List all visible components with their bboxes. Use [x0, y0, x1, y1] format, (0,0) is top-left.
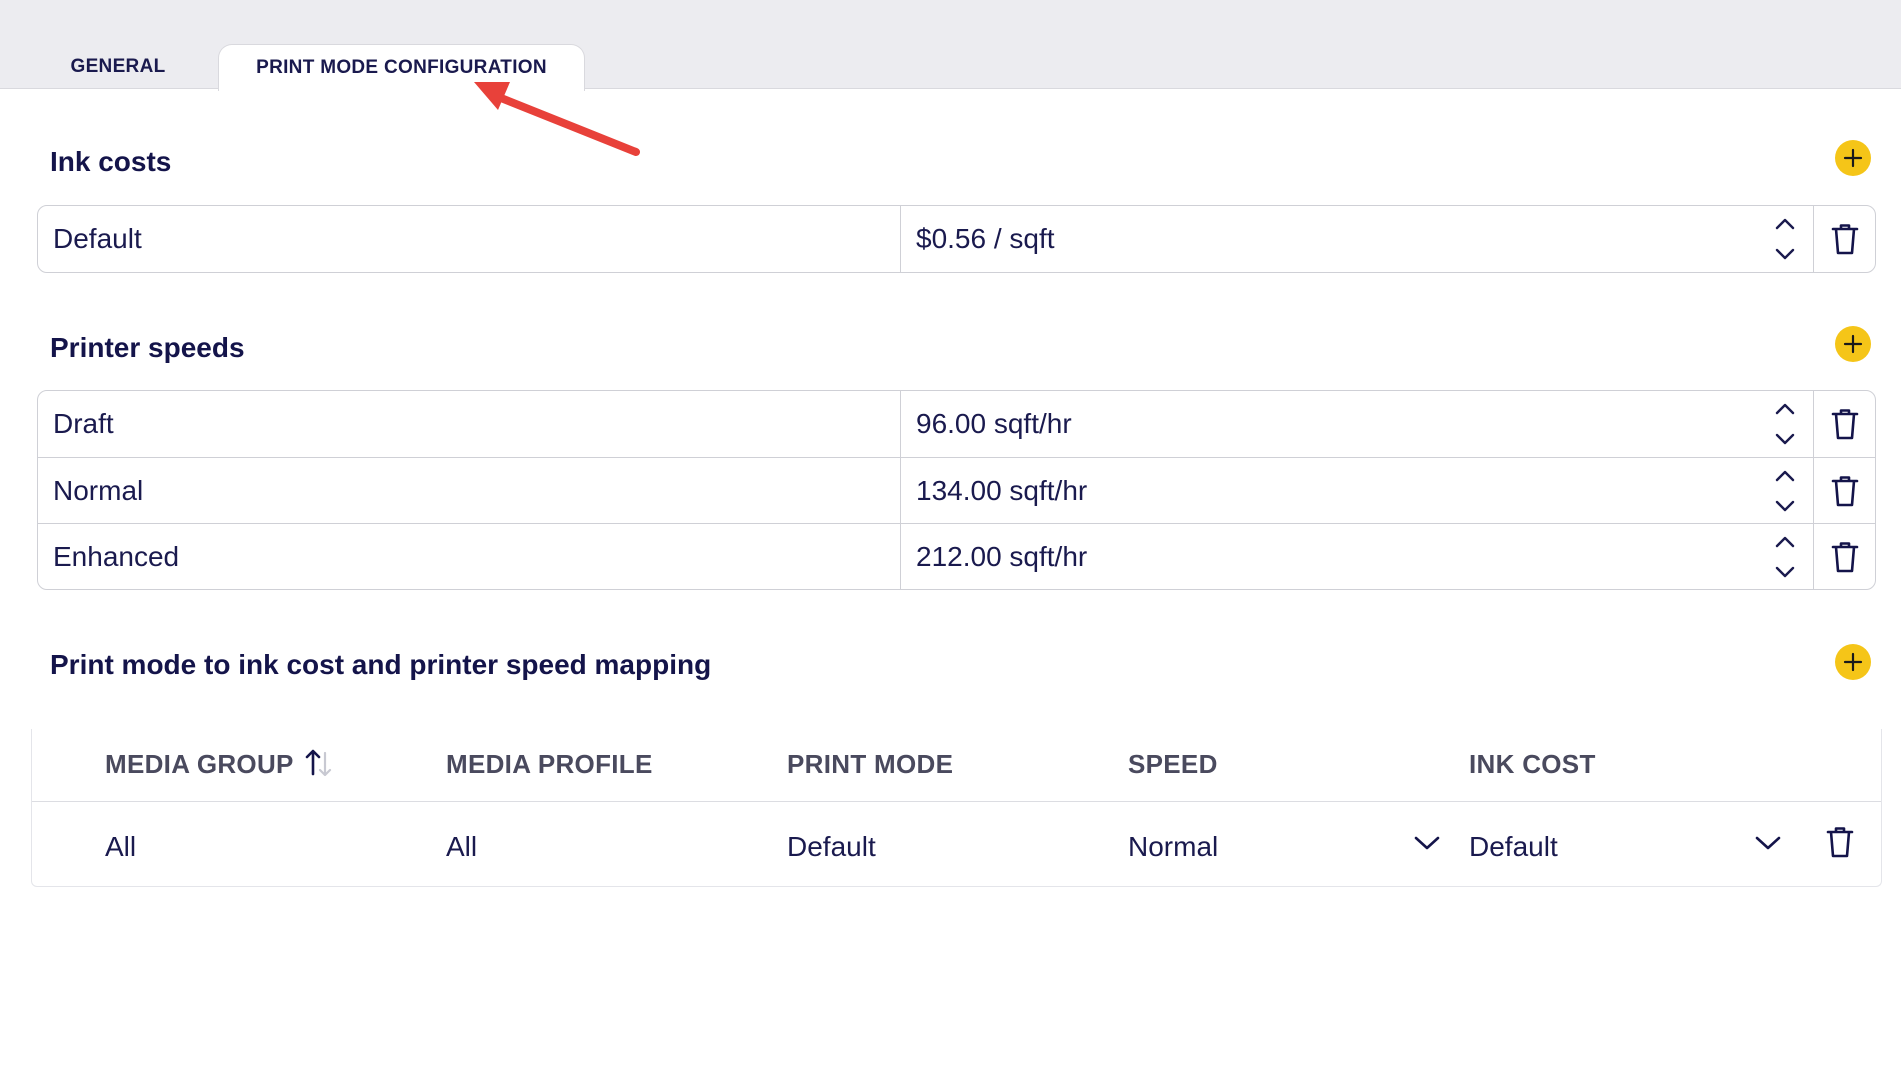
stepper-down-icon[interactable]	[1773, 499, 1797, 515]
mapping-table: MEDIA GROUP MEDIA PROFILE PRINT MODE SPE…	[31, 729, 1882, 887]
plus-icon	[1843, 334, 1863, 354]
printer-speed-row: Enhanced 212.00 sqft/hr	[38, 523, 1875, 589]
printer-speeds-title: Printer speeds	[50, 332, 245, 363]
tab-general[interactable]: GENERAL	[40, 44, 196, 90]
value-stepper[interactable]	[1771, 400, 1799, 448]
stepper-down-icon[interactable]	[1773, 432, 1797, 448]
delete-printer-speed-button[interactable]	[1814, 524, 1875, 589]
trash-icon	[1826, 827, 1854, 858]
trash-icon	[1831, 475, 1858, 506]
column-header-ink-cost[interactable]: INK COST	[1469, 749, 1596, 780]
stepper-up-icon[interactable]	[1773, 467, 1797, 483]
media-profile-cell[interactable]: All	[446, 831, 477, 863]
stepper-down-icon[interactable]	[1773, 247, 1797, 263]
add-mapping-button[interactable]	[1835, 644, 1871, 680]
stepper-up-icon[interactable]	[1773, 533, 1797, 549]
stepper-down-icon[interactable]	[1773, 565, 1797, 581]
stepper-up-icon[interactable]	[1773, 400, 1797, 416]
delete-printer-speed-button[interactable]	[1814, 458, 1875, 523]
ink-cost-value: $0.56 / sqft	[916, 223, 1055, 254]
printer-speed-value: 212.00 sqft/hr	[916, 540, 1088, 572]
add-ink-cost-button[interactable]	[1835, 140, 1871, 176]
printer-speeds-grid: Draft 96.00 sqft/hr Normal 134.00 sqft/h…	[37, 390, 1876, 590]
chevron-down-icon[interactable]	[1413, 833, 1441, 853]
plus-icon	[1843, 148, 1863, 168]
add-printer-speed-button[interactable]	[1835, 326, 1871, 362]
stepper-up-icon[interactable]	[1773, 215, 1797, 231]
print-mode-cell[interactable]: Default	[787, 831, 876, 863]
delete-printer-speed-button[interactable]	[1814, 391, 1875, 457]
speed-select[interactable]: Normal	[1128, 831, 1218, 863]
media-group-cell[interactable]: All	[105, 831, 136, 863]
plus-icon	[1843, 652, 1863, 672]
printer-speed-name[interactable]: Draft	[38, 391, 901, 457]
column-header-media-group[interactable]: MEDIA GROUP	[105, 749, 294, 780]
printer-speed-row: Draft 96.00 sqft/hr	[38, 391, 1875, 457]
printer-speed-name[interactable]: Normal	[38, 458, 901, 523]
column-header-media-profile[interactable]: MEDIA PROFILE	[446, 749, 653, 780]
printer-speed-value-field[interactable]: 134.00 sqft/hr	[901, 458, 1814, 523]
ink-cost-value-field[interactable]: $0.56 / sqft	[901, 206, 1814, 272]
value-stepper[interactable]	[1771, 215, 1799, 263]
value-stepper[interactable]	[1771, 533, 1799, 581]
printer-speed-name[interactable]: Enhanced	[38, 524, 901, 589]
printer-speed-value-field[interactable]: 96.00 sqft/hr	[901, 391, 1814, 457]
printer-speed-value: 134.00 sqft/hr	[916, 474, 1088, 506]
column-header-print-mode[interactable]: PRINT MODE	[787, 749, 953, 780]
printer-speed-value-field[interactable]: 212.00 sqft/hr	[901, 524, 1814, 589]
column-header-speed[interactable]: SPEED	[1128, 749, 1218, 780]
tab-print-mode-configuration[interactable]: PRINT MODE CONFIGURATION	[218, 44, 585, 91]
trash-icon	[1831, 224, 1858, 255]
table-row: All All Default Normal Default	[32, 803, 1881, 887]
printer-speed-value: 96.00 sqft/hr	[916, 408, 1072, 439]
chevron-down-icon[interactable]	[1754, 833, 1782, 853]
delete-mapping-button[interactable]	[1825, 825, 1855, 864]
delete-ink-cost-button[interactable]	[1814, 206, 1875, 272]
ink-cost-row: Default $0.56 / sqft	[38, 206, 1875, 272]
trash-icon	[1831, 541, 1858, 572]
ink-cost-select[interactable]: Default	[1469, 831, 1558, 863]
ink-cost-name[interactable]: Default	[38, 206, 901, 272]
ink-costs-title: Ink costs	[50, 146, 172, 177]
trash-icon	[1831, 409, 1858, 440]
sort-icon[interactable]	[303, 747, 337, 779]
tab-bar: GENERAL PRINT MODE CONFIGURATION	[0, 0, 1901, 91]
mapping-title: Print mode to ink cost and printer speed…	[50, 649, 712, 680]
table-header: MEDIA GROUP MEDIA PROFILE PRINT MODE SPE…	[32, 729, 1881, 802]
printer-speed-row: Normal 134.00 sqft/hr	[38, 457, 1875, 523]
value-stepper[interactable]	[1771, 467, 1799, 515]
ink-costs-grid: Default $0.56 / sqft	[37, 205, 1876, 273]
